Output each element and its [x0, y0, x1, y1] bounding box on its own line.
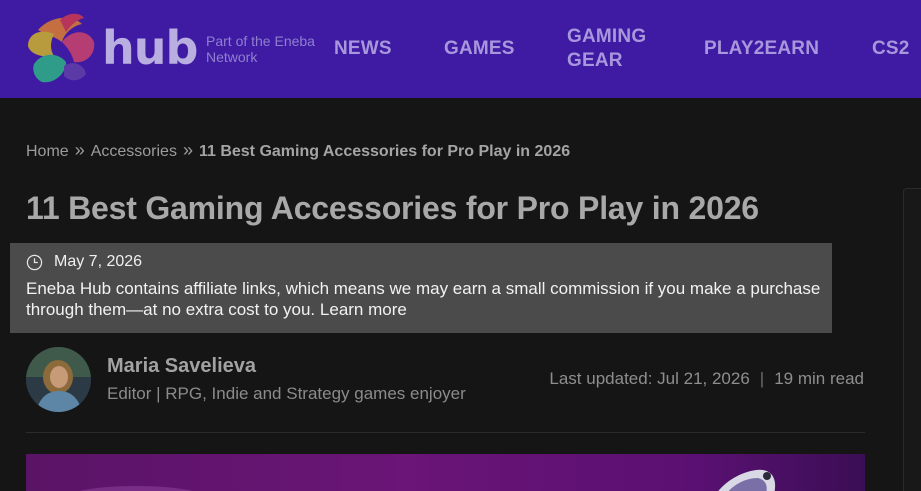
sidebar-panel — [903, 188, 921, 491]
nav-item-games[interactable]: GAMES — [444, 37, 515, 61]
eneba-hub-logo-icon[interactable] — [24, 12, 98, 86]
breadcrumb-separator: » — [74, 140, 85, 160]
affiliate-disclaimer: Eneba Hub contains affiliate links, whic… — [26, 279, 821, 319]
learn-more-link[interactable]: Learn more — [320, 300, 407, 319]
breadcrumb-separator: » — [182, 140, 193, 160]
article-meta: Last updated: Jul 21, 2026 | 19 min read — [549, 369, 864, 389]
network-tagline: Part of the Eneba Network — [206, 33, 315, 65]
breadcrumb-current: 11 Best Gaming Accessories for Pro Play … — [198, 143, 571, 160]
nav-item-play2earn[interactable]: PLAY2EARN — [704, 37, 819, 61]
clock-icon — [26, 254, 43, 270]
affiliate-notice: May 7, 2026 Eneba Hub contains affiliate… — [10, 243, 832, 333]
nav-item-gaming-gear[interactable]: GAMING GEAR — [567, 25, 657, 73]
page-title: 11 Best Gaming Accessories for Pro Play … — [26, 190, 759, 226]
affiliate-text: Eneba Hub contains affiliate links, whic… — [26, 278, 826, 320]
last-updated-label: Last updated: — [549, 369, 653, 388]
publish-date: May 7, 2026 — [54, 253, 143, 270]
hero-image — [26, 454, 865, 491]
author-role: Editor | RPG, Indie and Strategy games e… — [107, 384, 466, 403]
nav-item-news[interactable]: NEWS — [334, 37, 392, 61]
last-updated-date: Jul 21, 2026 — [657, 369, 750, 388]
breadcrumb: Home » Accessories » 11 Best Gaming Accessor… — [26, 140, 570, 161]
read-time: 19 min read — [774, 369, 864, 388]
breadcrumb-home[interactable]: Home — [26, 143, 69, 160]
nav-item-cs2[interactable]: CS2 — [872, 37, 910, 61]
author-avatar[interactable] — [26, 347, 91, 412]
site-header: hub Part of the Eneba Network NEWS GAMES… — [0, 0, 921, 98]
divider — [26, 432, 865, 433]
author-name[interactable]: Maria Savelieva — [107, 355, 256, 378]
meta-separator: | — [759, 369, 765, 388]
breadcrumb-accessories[interactable]: Accessories — [91, 143, 177, 160]
logo-text[interactable]: hub — [102, 22, 198, 74]
